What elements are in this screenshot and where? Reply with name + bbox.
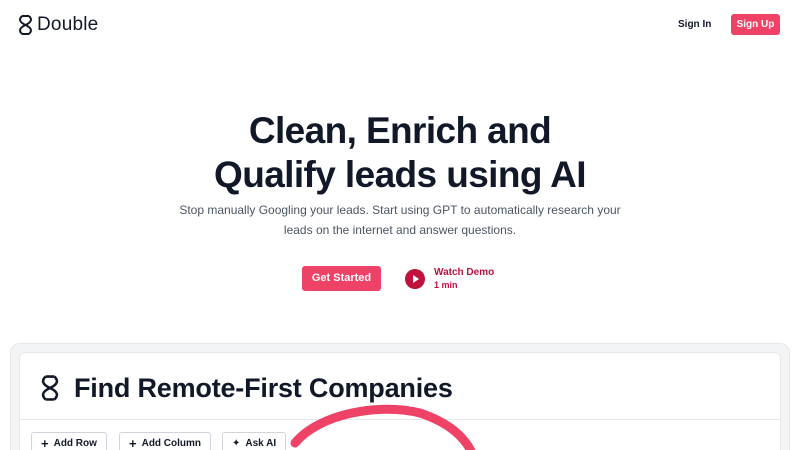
plus-icon: + <box>41 435 49 450</box>
hero-title: Clean, Enrich and Qualify leads using AI <box>0 109 800 197</box>
add-column-button[interactable]: + Add Column <box>119 432 212 450</box>
product-preview-window: Find Remote-First Companies + Add Row + … <box>19 352 781 450</box>
get-started-button[interactable]: Get Started <box>302 266 381 291</box>
hero-title-line-1: Clean, Enrich and <box>248 110 552 151</box>
watch-demo-link[interactable]: Watch Demo 1 min <box>405 266 494 292</box>
double-loop-logo-icon <box>19 15 32 35</box>
hero-title-line-2: Qualify leads using AI <box>214 154 587 195</box>
watch-demo-label: Watch Demo <box>434 267 495 278</box>
add-column-label: Add Column <box>141 437 202 449</box>
plus-icon: + <box>129 435 137 450</box>
play-icon <box>405 269 425 289</box>
watch-demo-text: Watch Demo 1 min <box>434 266 494 292</box>
hero-subtitle: Stop manually Googling your leads. Start… <box>179 203 621 237</box>
brand-name: Double <box>37 14 99 35</box>
add-row-label: Add Row <box>53 437 97 449</box>
add-row-button[interactable]: + Add Row <box>31 432 107 450</box>
ask-ai-button[interactable]: ✦ Ask AI <box>222 432 287 450</box>
ask-ai-label: Ask AI <box>245 437 277 449</box>
sign-up-button[interactable]: Sign Up <box>731 14 780 35</box>
top-navbar: Double Sign In Sign Up <box>0 0 800 50</box>
sign-in-link[interactable]: Sign In <box>668 14 721 35</box>
brand-logo[interactable]: Double <box>19 14 98 36</box>
demo-duration: 1 min <box>434 280 458 290</box>
magic-wand-icon: ✦ <box>232 437 241 449</box>
